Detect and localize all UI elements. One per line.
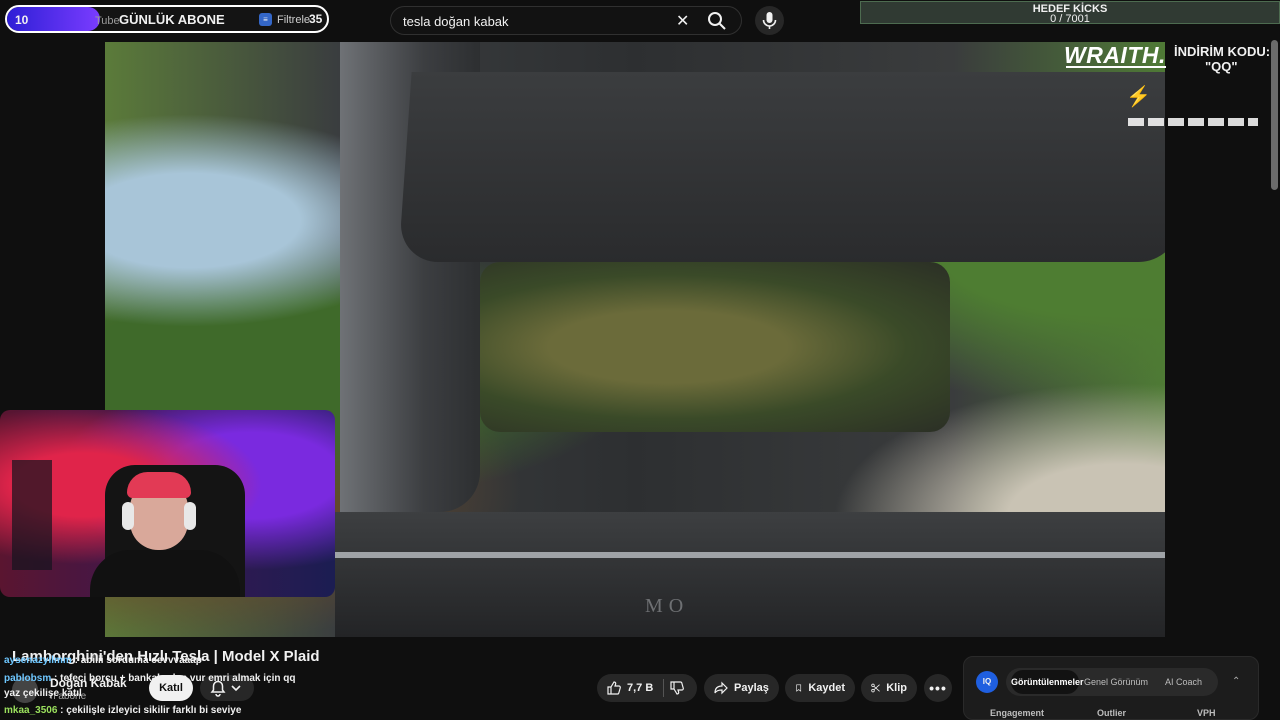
microphone-icon — [762, 12, 777, 29]
filter-extension-icon[interactable]: ≡ — [259, 13, 272, 26]
webcam-hair — [127, 472, 191, 498]
discount-code-value: "QQ" — [1205, 59, 1238, 74]
column-vph: VPH — [1197, 708, 1216, 718]
video-frame-seat — [335, 512, 1165, 637]
chat-message: mkaa_3506 : çekilişle izleyici sikilir f… — [4, 705, 241, 716]
page-scrollbar[interactable] — [1271, 40, 1278, 190]
lightning-bolt-icon: ⚡ — [1126, 86, 1151, 108]
filter-label[interactable]: Filtrele — [277, 14, 310, 26]
like-button[interactable]: 7,7 B — [597, 674, 697, 702]
chat-message-continued: yaz çekilişe katıl — [4, 688, 82, 699]
share-label: Paylaş — [734, 682, 769, 694]
headset-icon — [184, 502, 196, 530]
chat-text: : çekilişle izleyici sikilir farklı bi s… — [60, 705, 242, 716]
subscriber-goal-widget: 10 Tube GÜNLÜK ABONE ≡ Filtrele 35 — [5, 5, 329, 33]
chat-username: mkaa_3506 — [4, 705, 58, 716]
headset-icon — [122, 502, 134, 530]
chevron-up-icon[interactable]: ⌃ — [1232, 676, 1240, 687]
subscriber-goal-count: 10 — [15, 13, 29, 27]
clear-search-icon[interactable]: ✕ — [676, 11, 689, 31]
thumbs-up-icon — [607, 681, 621, 695]
chat-message: pablobsm : tefeci borcu + bankalardan vu… — [4, 673, 296, 684]
chat-username: pablobsm — [4, 673, 52, 684]
search-icon — [708, 12, 726, 30]
column-engagement: Engagement — [990, 708, 1045, 718]
chat-text: : abiiii sorduma cevvvaaap — [74, 655, 202, 666]
kicks-goal-progress: 0 / 7001 — [1050, 13, 1090, 25]
column-outlier: Outlier — [1097, 708, 1127, 718]
youtube-logo-text: Tube — [95, 15, 120, 27]
tab-views[interactable]: Görüntülenmeler — [1011, 677, 1084, 687]
sponsor-logo-underline — [1066, 66, 1166, 68]
save-label: Kaydet — [808, 682, 845, 694]
chat-username: aysenazyilmm — [4, 655, 72, 666]
webcam-body — [90, 550, 240, 597]
like-divider — [663, 679, 665, 697]
search-input[interactable]: tesla doğan kabak — [403, 14, 509, 29]
video-frame-rear-window — [480, 262, 950, 432]
share-icon — [714, 681, 728, 695]
chat-text: : tefeci borcu + bankalardan vur emri al… — [54, 673, 296, 684]
search-box[interactable]: tesla doğan kabak ✕ — [390, 6, 742, 35]
chat-message: aysenazyilmm : abiiii sorduma cevvvaaap — [4, 655, 202, 666]
thumbs-down-icon — [670, 681, 685, 695]
share-button[interactable]: Paylaş — [704, 674, 779, 702]
clip-label: Klip — [886, 682, 907, 694]
sponsor-strip — [1128, 118, 1258, 126]
tab-ai-coach[interactable]: AI Coach — [1165, 677, 1202, 687]
sponsor-logo: WRAITH. — [1064, 42, 1166, 68]
subscriber-goal-label: GÜNLÜK ABONE — [119, 12, 225, 27]
save-button[interactable]: Kaydet — [785, 674, 855, 702]
tab-overview[interactable]: Genel Görünüm — [1084, 677, 1148, 687]
video-frame-rail — [335, 552, 1165, 558]
video-brand-text: MO — [645, 595, 690, 617]
more-dots-icon: ••• — [929, 680, 947, 696]
scissors-icon — [871, 683, 880, 693]
webcam-shelf — [12, 460, 52, 570]
webcam-overlay — [0, 410, 335, 597]
voice-search-button[interactable] — [755, 6, 784, 35]
subscriber-goal-target: 35 — [309, 12, 323, 26]
chat-text: yaz çekilişe katıl — [4, 688, 82, 699]
like-count: 7,7 B — [627, 682, 654, 694]
clip-button[interactable]: Klip — [861, 674, 917, 702]
search-button[interactable] — [707, 11, 737, 31]
discount-code-label: İNDİRİM KODU: — [1174, 44, 1271, 59]
more-actions-button[interactable]: ••• — [924, 674, 952, 702]
analytics-logo-icon: IQ — [976, 671, 998, 693]
kicks-goal-widget: HEDEF KİCKS 0 / 7001 — [860, 1, 1280, 25]
video-frame-headliner — [398, 72, 1165, 262]
bookmark-icon — [796, 684, 802, 692]
